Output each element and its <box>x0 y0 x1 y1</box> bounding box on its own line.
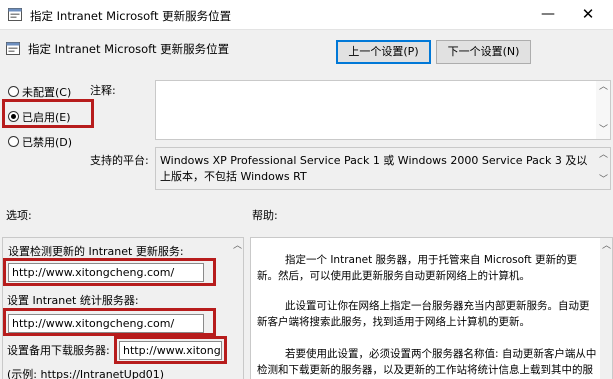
policy-icon <box>8 8 22 21</box>
highlight-box <box>3 308 216 336</box>
radio-circle[interactable] <box>8 86 19 97</box>
radio-disabled[interactable]: 已禁用(D) <box>8 134 72 150</box>
page-title: 指定 Intranet Microsoft 更新服务位置 <box>28 42 230 56</box>
radio-not-configured[interactable]: 未配置(C) <box>8 84 71 100</box>
supported-platform-box: Windows XP Professional Service Pack 1 或… <box>155 147 611 190</box>
policy-icon <box>6 42 20 55</box>
radio-label: 未配置(C) <box>22 86 72 99</box>
next-setting-button[interactable]: 下一个设置(N) <box>436 40 531 64</box>
help-paragraph: 指定一个 Intranet 服务器，用于托管来自 Microsoft 更新的更新… <box>257 254 577 282</box>
highlight-box <box>2 99 94 128</box>
window-title: 指定 Intranet Microsoft 更新服务位置 <box>30 9 232 23</box>
update-service-label: 设置检测更新的 Intranet 更新服务: <box>8 245 184 258</box>
help-paragraph: 此设置可让你在网络上指定一台服务器充当内部更新服务。自动更新客户端将搜索此服务，… <box>257 300 590 328</box>
help-panel: 指定一个 Intranet 服务器，用于托管来自 Microsoft 更新的更新… <box>250 237 613 379</box>
supported-platform-value: Windows XP Professional Service Pack 1 或… <box>160 154 588 183</box>
scroll-up-icon[interactable]: ︿ <box>599 83 608 92</box>
highlight-box <box>3 258 216 286</box>
options-heading: 选项: <box>6 209 32 222</box>
scroll-up-icon[interactable]: ︿ <box>602 242 611 251</box>
help-heading: 帮助: <box>252 209 278 222</box>
scroll-up-icon[interactable]: ︿ <box>599 151 608 160</box>
comment-label: 注释: <box>90 84 116 97</box>
close-button[interactable]: ✕ <box>578 5 598 25</box>
comment-textarea[interactable]: ︿ ﹀ <box>155 80 611 140</box>
minimize-button[interactable]: — <box>538 5 558 25</box>
comment-scrollbar[interactable]: ︿ ﹀ <box>596 81 610 139</box>
highlight-box <box>114 336 227 364</box>
help-paragraph: 若要使用此设置，必须设置两个服务器名称值: 自动更新客户端从中检测和下载更新的服… <box>257 348 597 376</box>
options-scrollbar[interactable]: ︿ <box>230 238 243 379</box>
previous-setting-button[interactable]: 上一个设置(P) <box>336 40 431 64</box>
scroll-down-icon[interactable]: ﹀ <box>599 176 608 185</box>
supported-platform-label: 支持的平台: <box>90 154 149 167</box>
help-scrollbar[interactable]: ︿ <box>600 238 612 379</box>
radio-circle[interactable] <box>8 136 19 147</box>
example-text: (示例: https://IntranetUpd01) <box>7 368 165 379</box>
scroll-down-icon[interactable]: ﹀ <box>599 126 608 135</box>
download-server-label: 设置备用下载服务器: <box>7 344 110 357</box>
stats-server-label: 设置 Intranet 统计服务器: <box>7 294 139 307</box>
scroll-up-icon[interactable]: ︿ <box>233 242 242 251</box>
supported-scrollbar[interactable]: ︿ ﹀ <box>596 148 610 189</box>
radio-label: 已禁用(D) <box>22 136 73 149</box>
title-bar: 指定 Intranet Microsoft 更新服务位置 — ✕ <box>0 0 613 30</box>
